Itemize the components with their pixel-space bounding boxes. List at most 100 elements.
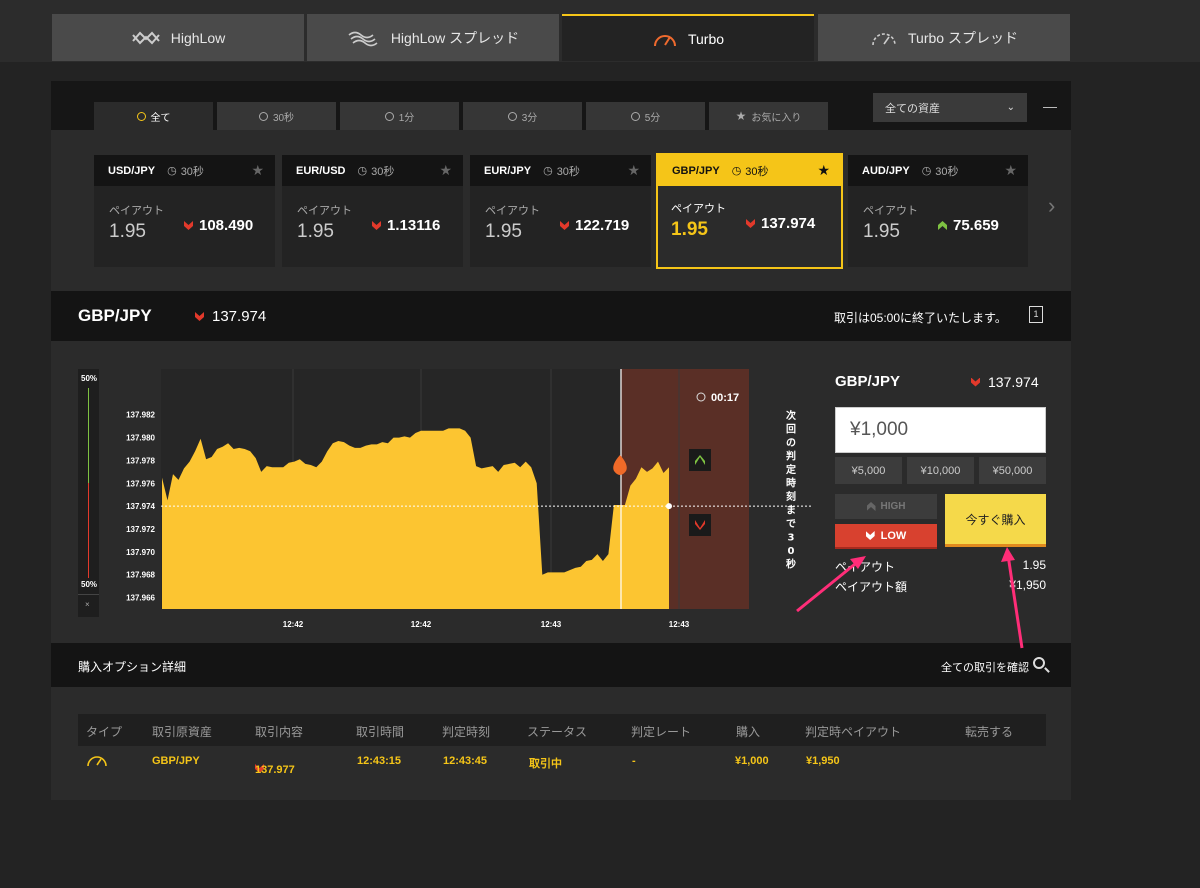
tab-turbo[interactable]: Turbo xyxy=(562,14,814,61)
card-rate-value: 75.659 xyxy=(953,217,999,234)
card-rate: 108.490 xyxy=(184,217,253,234)
card-duration-label: 30秒 xyxy=(180,165,204,178)
filter-tab-favorites[interactable]: ★ お気に入り xyxy=(709,102,828,130)
row-time: 12:43:15 xyxy=(357,755,402,767)
highlow-spread-icon xyxy=(348,31,378,46)
x-tick-label: 12:42 xyxy=(411,620,432,629)
tab-label: Turbo xyxy=(687,30,725,47)
vertical-label-char: 時 xyxy=(786,477,796,490)
close-time-message: 取引は05:00に終了いたします。 xyxy=(834,311,1007,325)
price-chart: 137.982 137.980 137.978 137.976 137.974 137.9… xyxy=(111,369,831,629)
filter-tab-all[interactable]: 全て xyxy=(94,102,213,130)
view-all-trades-link[interactable]: 全ての取引を確認 xyxy=(941,659,1029,675)
filter-tab-label: 5分 xyxy=(644,112,661,124)
tab-highlow[interactable]: HighLow xyxy=(52,14,304,61)
quick-amount-10000[interactable]: ¥10,000 xyxy=(907,457,974,484)
asset-card-gbpjpy[interactable]: GBP/JPY ◷ 30秒 ★ ペイアウト 1.95 137.974 xyxy=(656,153,843,269)
asset-card-eurusd[interactable]: EUR/USD ◷ 30秒 ★ ペイアウト 1.95 1.13116 xyxy=(282,155,463,267)
card-rate: 137.974 xyxy=(746,215,815,232)
card-rate: 122.719 xyxy=(560,217,629,234)
asset-select-value: 全ての資産 xyxy=(885,102,940,115)
row-asset: GBP/JPY xyxy=(152,755,200,767)
selected-rate: 137.974 xyxy=(195,308,266,325)
trade-rate: 137.974 xyxy=(971,374,1039,390)
card-header: GBP/JPY ◷ 30秒 ★ xyxy=(658,155,841,186)
low-button[interactable]: LOW xyxy=(835,524,937,549)
row-judge-time: 12:43:45 xyxy=(443,755,488,767)
card-rate-value: 1.13116 xyxy=(387,217,441,234)
rate-down-icon xyxy=(184,221,193,230)
collapse-icon[interactable] xyxy=(1043,107,1057,108)
favorite-star-icon[interactable]: ★ xyxy=(817,162,830,179)
gauge-top-label: 50% xyxy=(81,374,98,383)
favorite-star-icon[interactable]: ★ xyxy=(251,162,264,179)
filter-tab-5m[interactable]: 5分 xyxy=(586,102,705,130)
column-header: 転売する xyxy=(965,725,1014,739)
trade-pair: GBP/JPY xyxy=(835,373,901,390)
column-header: タイプ xyxy=(86,725,123,739)
favorite-star-icon[interactable]: ★ xyxy=(627,162,640,179)
y-tick-label: 137.972 xyxy=(126,525,155,534)
card-payout-label: ペイアウト xyxy=(671,203,726,215)
selected-asset-bar: GBP/JPY 137.974 取引は05:00に終了いたします。 1 xyxy=(51,291,1071,341)
card-payout-value: 1.95 xyxy=(863,221,900,242)
vertical-label-char: ま xyxy=(786,505,796,517)
vertical-label-char: 定 xyxy=(786,463,796,476)
card-payout-label: ペイアウト xyxy=(297,205,352,217)
tab-highlow-spread[interactable]: HighLow スプレッド xyxy=(307,14,559,61)
filter-tab-3m[interactable]: 3分 xyxy=(463,102,582,130)
sentiment-gauge: 50% 50% × xyxy=(78,369,99,617)
high-button[interactable]: HIGH xyxy=(835,494,937,519)
asset-select[interactable]: 全ての資産 ⌄ xyxy=(873,93,1027,122)
countdown-label: 00:17 xyxy=(711,392,739,404)
trade-rate-value: 137.974 xyxy=(988,374,1039,390)
buy-now-button[interactable]: 今すぐ購入 xyxy=(945,494,1046,547)
price-chart-svg: 137.982 137.980 137.978 137.976 137.974 137.9… xyxy=(126,369,811,629)
turbo-spread-icon xyxy=(872,32,896,45)
layout-toggle-icon[interactable]: 1 xyxy=(1029,306,1043,323)
product-tab-bar: HighLow HighLow スプレッド Turbo Turbo スプレッド xyxy=(0,0,1200,62)
close-icon[interactable]: × xyxy=(85,600,90,609)
trading-panel: 全て 30秒 1分 3分 5分 ★ お気に入り 全ての資産 ⌄ USD/JPY ◷ 30… xyxy=(51,81,1071,800)
asset-card-audjpy[interactable]: AUD/JPY ◷ 30秒 ★ ペイアウト 1.95 75.659 xyxy=(848,155,1028,267)
filter-tab-1m[interactable]: 1分 xyxy=(340,102,459,130)
payout-label: ペイアウト xyxy=(835,560,896,574)
filter-tab-label: 全て xyxy=(150,112,171,124)
tab-turbo-spread[interactable]: Turbo スプレッド xyxy=(818,14,1070,61)
favorite-star-icon[interactable]: ★ xyxy=(1004,162,1017,179)
vertical-label-char: で xyxy=(786,518,796,530)
tab-label: HighLow xyxy=(170,29,226,46)
row-payout: ¥1,950 xyxy=(806,755,840,767)
card-pair: AUD/JPY xyxy=(862,164,910,177)
amount-input[interactable]: ¥1,000 xyxy=(835,407,1046,453)
search-icon[interactable] xyxy=(1033,657,1045,669)
chevron-down-icon: ⌄ xyxy=(1006,102,1015,113)
clock-icon: ◷ xyxy=(731,165,742,177)
card-duration-label: 30秒 xyxy=(556,165,580,178)
card-rate-value: 122.719 xyxy=(575,217,630,234)
low-label: LOW xyxy=(880,529,907,542)
column-header: 取引時間 xyxy=(356,725,405,739)
favorite-star-icon[interactable]: ★ xyxy=(439,162,452,179)
asset-card-eurjpy[interactable]: EUR/JPY ◷ 30秒 ★ ペイアウト 1.95 122.719 xyxy=(470,155,651,267)
chevron-right-icon[interactable]: › xyxy=(1048,193,1055,219)
column-header: 判定レート xyxy=(631,725,692,739)
quick-amount-50000[interactable]: ¥50,000 xyxy=(979,457,1046,484)
column-header: 取引内容 xyxy=(255,725,304,739)
vertical-label-char: 0 xyxy=(788,546,795,557)
filter-tab-30s[interactable]: 30秒 xyxy=(217,102,336,130)
filter-tab-label: 1分 xyxy=(398,112,415,124)
card-header: USD/JPY ◷ 30秒 ★ xyxy=(94,155,275,186)
clock-icon xyxy=(630,111,640,121)
card-payout-label: ペイアウト xyxy=(485,205,540,217)
payout-amount-value: ¥1,950 xyxy=(1009,578,1046,592)
card-duration-label: 30秒 xyxy=(371,165,395,178)
arrow-up-icon xyxy=(866,502,876,511)
table-row[interactable]: GBP/JPY 137.977 12:43:15 12:43:45 取引中 - … xyxy=(78,746,1046,778)
column-header: 取引原資産 xyxy=(152,725,213,739)
card-header: EUR/USD ◷ 30秒 ★ xyxy=(282,155,463,186)
asset-card-usdjpy[interactable]: USD/JPY ◷ 30秒 ★ ペイアウト 1.95 108.490 xyxy=(94,155,275,267)
quick-amount-5000[interactable]: ¥5,000 xyxy=(835,457,902,484)
turbo-gauge-icon xyxy=(86,752,108,771)
y-tick-label: 137.978 xyxy=(126,456,155,465)
